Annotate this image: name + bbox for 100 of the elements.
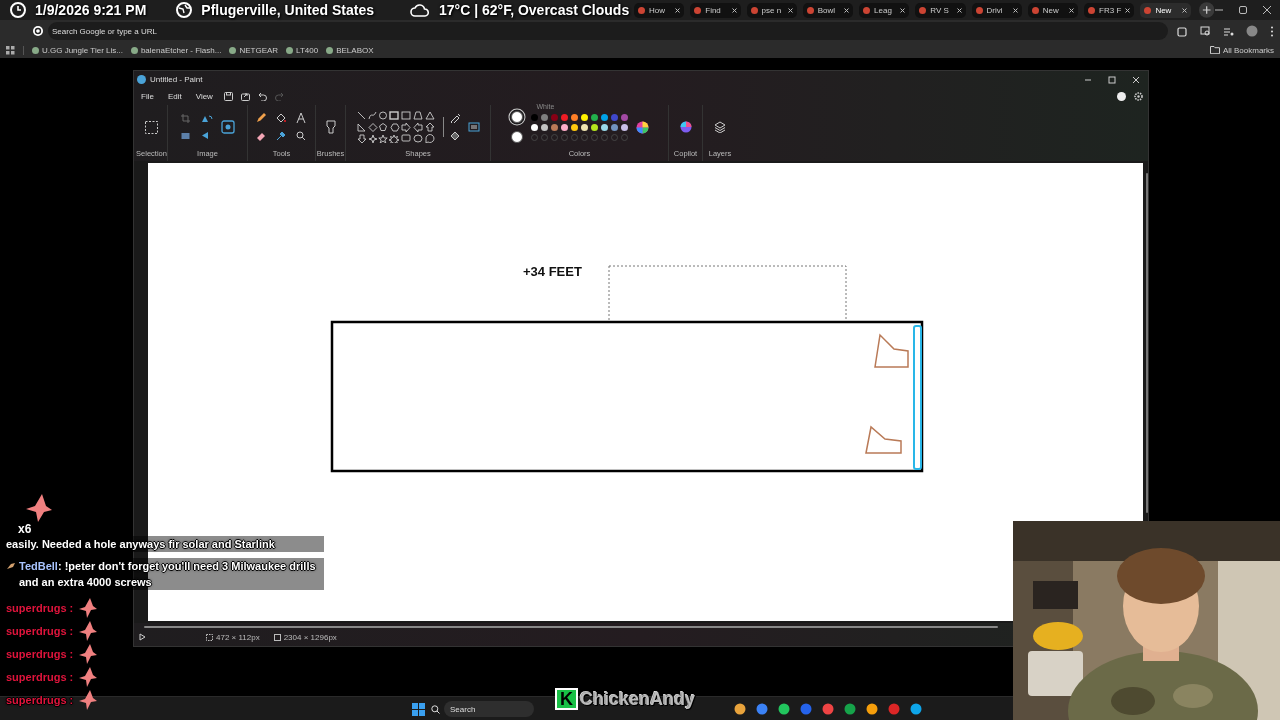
layers-icon[interactable] [714,121,726,133]
menu-icon[interactable] [1270,25,1274,37]
color-swatch[interactable] [550,113,558,121]
lens-icon[interactable] [1200,25,1211,37]
color-swatch[interactable] [610,113,618,121]
text-tool-icon[interactable] [295,113,306,123]
active-color-swatch[interactable] [510,111,523,123]
taskbar-search-field[interactable]: Search [444,701,534,717]
app-icon[interactable] [866,703,878,715]
fill-icon[interactable] [275,113,286,123]
background-removal-icon[interactable] [220,120,235,134]
settings-icon[interactable] [1134,92,1143,101]
color-swatch[interactable] [540,123,548,131]
color-swatch[interactable] [550,123,558,131]
app-icon[interactable] [888,703,900,715]
shape-fill-icon[interactable] [449,131,462,141]
browser-tab[interactable]: How [634,2,685,18]
color-swatch[interactable] [560,123,568,131]
color-swatch[interactable] [530,113,538,121]
close-icon[interactable] [1012,7,1018,13]
maximize-icon[interactable] [1108,75,1116,84]
account-icon[interactable] [1117,92,1126,101]
menu-item[interactable]: Edit [164,90,185,103]
color-swatch[interactable] [620,123,628,131]
eraser-icon[interactable] [255,131,266,141]
active-color-swatch[interactable] [510,131,523,143]
close-icon[interactable] [731,7,737,13]
save-icon[interactable] [223,92,233,101]
bookmark[interactable]: BELABOX [326,45,374,55]
app-icon[interactable] [800,703,812,715]
shapes-gallery-drawing[interactable] [356,111,437,143]
browser-tab[interactable]: Leag [859,2,910,18]
color-swatch[interactable] [620,113,628,121]
color-swatch[interactable] [560,113,568,121]
app-icon[interactable] [778,703,790,715]
zoom-icon[interactable] [295,131,306,141]
browser-tab[interactable]: pse n [746,2,797,18]
share-icon[interactable] [240,92,250,101]
color-swatch[interactable] [570,123,578,131]
vertical-scrollbar[interactable] [1146,173,1148,513]
close-icon[interactable] [1181,7,1187,13]
color-wheel-icon[interactable] [635,120,649,134]
menu-item[interactable]: File [138,90,157,103]
browser-tab[interactable]: New [1027,2,1079,18]
outline-icon[interactable] [449,113,462,123]
bookmark[interactable]: balenaEtcher - Flash... [130,45,222,55]
pencil-icon[interactable] [255,113,266,123]
close-icon[interactable] [1125,7,1131,13]
selection-marquee[interactable] [608,265,847,323]
close-icon[interactable] [844,7,850,13]
brush-icon[interactable] [325,120,336,134]
resize-icon[interactable] [180,131,190,140]
color-swatch[interactable] [570,113,578,121]
media-icon[interactable] [1223,25,1234,37]
color-swatch[interactable] [580,113,588,121]
browser-tab[interactable]: New [1140,2,1191,18]
rotate-icon[interactable] [200,114,213,123]
horizontal-scrollbar[interactable] [144,626,998,628]
app-icon[interactable] [734,703,746,715]
close-icon[interactable] [675,7,681,13]
copilot-icon[interactable] [679,121,692,133]
color-picker-icon[interactable] [275,131,286,141]
menu-item[interactable]: View [192,90,216,103]
bookmark[interactable]: LT400 [286,45,319,55]
app-icon[interactable] [910,703,922,715]
close-icon[interactable] [956,7,962,13]
color-swatch[interactable] [600,123,608,131]
app-icon[interactable] [756,703,768,715]
app-icon[interactable] [822,703,834,715]
color-swatch[interactable] [610,123,618,131]
restore-icon[interactable] [1238,5,1248,15]
color-swatch[interactable] [590,123,598,131]
color-swatch[interactable] [540,113,548,121]
browser-tab[interactable]: FR3 F [1084,2,1135,18]
browser-tab[interactable]: Bowl [802,2,854,18]
close-icon[interactable] [1262,5,1272,15]
close-icon[interactable] [787,7,793,13]
bookmark[interactable]: NETGEAR [229,45,279,55]
close-icon[interactable] [1132,75,1140,84]
color-swatch[interactable] [530,123,538,131]
avatar-icon[interactable] [1246,25,1258,37]
shape-size-icon[interactable] [467,122,480,132]
browser-tab[interactable]: Drivi [971,2,1022,18]
browser-tab[interactable]: Find [690,2,741,18]
color-swatch[interactable] [600,113,608,121]
all-bookmarks[interactable]: All Bookmarks [1209,45,1280,55]
color-swatch[interactable] [590,113,598,121]
close-icon[interactable] [1069,7,1075,13]
undo-icon[interactable] [257,92,267,101]
extension-icon[interactable] [1177,25,1188,37]
address-field[interactable]: Search Google or type a URL [48,22,1168,40]
apps-icon[interactable] [6,45,15,55]
windows-start-icon[interactable] [412,702,425,716]
plus-icon[interactable] [1198,2,1214,18]
app-icon[interactable] [844,703,856,715]
close-icon[interactable] [900,7,906,13]
selection-icon[interactable] [145,120,158,134]
color-swatch[interactable] [580,123,588,131]
bookmark[interactable]: U.GG Jungle Tier Lis... [32,45,123,55]
browser-tab[interactable]: RV S [915,2,966,18]
